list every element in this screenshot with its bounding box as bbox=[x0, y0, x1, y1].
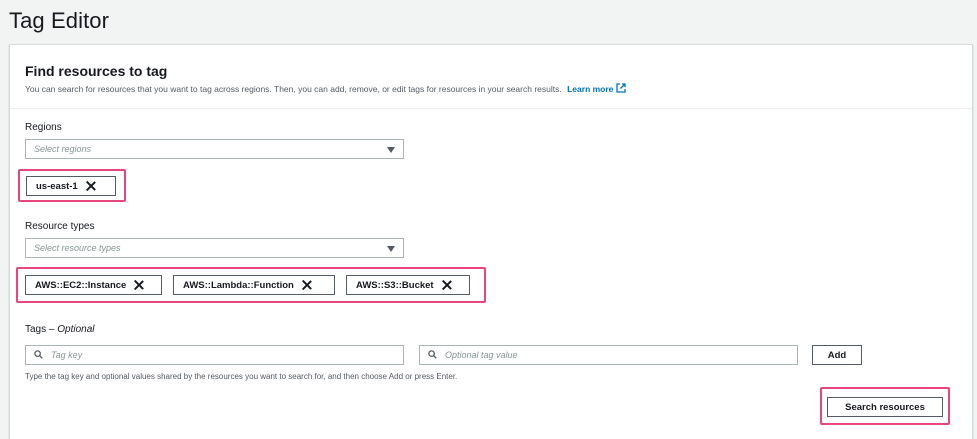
region-token-label: us-east-1 bbox=[36, 180, 78, 192]
search-icon bbox=[428, 350, 437, 359]
tags-optional-label: Optional bbox=[57, 324, 95, 335]
panel-header: Find resources to tag You can search for… bbox=[10, 45, 972, 109]
tag-key-input[interactable]: Tag key bbox=[25, 345, 404, 365]
resource-type-token: AWS::Lambda::Function bbox=[173, 275, 335, 295]
regions-select[interactable]: Select regions bbox=[25, 139, 404, 159]
tag-value-input[interactable]: Optional tag value bbox=[419, 345, 798, 365]
tags-label-text: Tags – bbox=[25, 324, 58, 335]
add-tag-button[interactable]: Add bbox=[812, 345, 862, 365]
tags-label: Tags – Optional bbox=[25, 324, 95, 335]
remove-icon[interactable] bbox=[442, 280, 452, 290]
regions-placeholder: Select regions bbox=[34, 144, 92, 154]
remove-icon[interactable] bbox=[134, 280, 144, 290]
regions-label: Regions bbox=[25, 122, 62, 133]
resource-type-token: AWS::EC2::Instance bbox=[25, 275, 162, 295]
caret-down-icon bbox=[387, 147, 395, 153]
learn-more-label: Learn more bbox=[567, 84, 614, 94]
caret-down-icon bbox=[387, 246, 395, 252]
search-resources-button[interactable]: Search resources bbox=[827, 397, 943, 417]
tag-key-placeholder: Tag key bbox=[51, 350, 83, 360]
search-icon bbox=[34, 350, 43, 359]
region-token: us-east-1 bbox=[26, 176, 116, 196]
page-title: Tag Editor bbox=[9, 8, 110, 33]
panel-description: You can search for resources that you wa… bbox=[25, 83, 627, 94]
panel-title: Find resources to tag bbox=[25, 63, 168, 79]
tags-hint: Type the tag key and optional values sha… bbox=[25, 372, 458, 381]
resource-type-token-label: AWS::S3::Bucket bbox=[356, 279, 434, 291]
find-resources-panel: Find resources to tag You can search for… bbox=[9, 44, 973, 439]
remove-icon[interactable] bbox=[302, 280, 312, 290]
remove-icon[interactable] bbox=[86, 181, 96, 191]
resource-types-placeholder: Select resource types bbox=[34, 243, 121, 253]
resource-types-select[interactable]: Select resource types bbox=[25, 238, 404, 258]
learn-more-link[interactable]: Learn more bbox=[567, 83, 627, 94]
external-link-icon bbox=[616, 83, 627, 93]
resource-type-token-label: AWS::EC2::Instance bbox=[35, 279, 127, 291]
resource-type-token-label: AWS::Lambda::Function bbox=[183, 279, 294, 291]
resource-type-token: AWS::S3::Bucket bbox=[346, 275, 470, 295]
tag-value-placeholder: Optional tag value bbox=[445, 350, 518, 360]
panel-description-text: You can search for resources that you wa… bbox=[25, 84, 562, 94]
resource-types-label: Resource types bbox=[25, 221, 95, 232]
